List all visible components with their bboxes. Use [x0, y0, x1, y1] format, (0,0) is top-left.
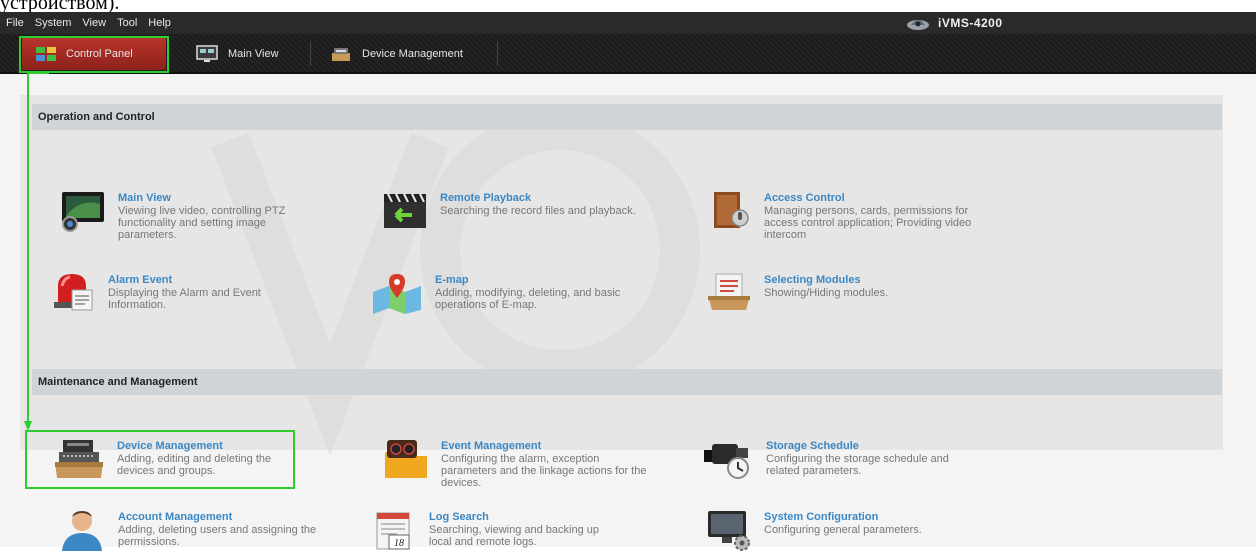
section-operation-and-control: Operation and Control — [32, 104, 1222, 130]
module-remote-playback[interactable]: Remote Playback Searching the record fil… — [382, 190, 640, 232]
module-title: Access Control — [764, 192, 845, 204]
device-management-icon — [332, 48, 350, 61]
module-description: Displaying the Alarm and Event Informati… — [108, 287, 261, 311]
user-icon — [62, 511, 102, 551]
monitor-icon — [62, 192, 104, 232]
app-title-text: iVMS-4200 — [938, 16, 1003, 30]
highlight-control-panel — [19, 36, 169, 73]
calendar-icon: 18 — [376, 512, 410, 550]
app-logo-icon — [907, 20, 929, 30]
module-description: Searching, viewing and backing up local … — [429, 524, 600, 548]
calendar-day: 18 — [394, 538, 404, 549]
module-description: Configuring the storage schedule and rel… — [766, 453, 949, 477]
camera-clock-icon — [704, 444, 749, 479]
module-main-view[interactable]: Main View Viewing live video, controllin… — [60, 190, 318, 241]
module-account-management[interactable]: Account Management Adding, deleting user… — [60, 509, 318, 551]
menu-help[interactable]: Help — [148, 17, 171, 29]
monitor-gear-icon — [708, 511, 750, 551]
module-title: Main View — [118, 192, 171, 204]
module-description: Adding, modifying, deleting, and basic o… — [435, 287, 621, 311]
module-title: Event Management — [441, 440, 542, 452]
tab-bar — [0, 34, 1256, 74]
highlight-device-management — [25, 430, 295, 489]
module-description: Searching the record files and playback. — [440, 205, 636, 217]
module-title: Selecting Modules — [764, 274, 861, 286]
menu-file[interactable]: File — [6, 17, 24, 29]
module-emap[interactable]: E-map Adding, modifying, deleting, and b… — [371, 272, 655, 314]
tray-icon — [708, 273, 750, 310]
module-description: Configuring the alarm, exception paramet… — [441, 453, 647, 489]
menu-system[interactable]: System — [35, 17, 72, 29]
module-title: Remote Playback — [440, 192, 532, 204]
tab-device-management-label: Device Management — [362, 48, 463, 60]
section-maintenance-and-management: Maintenance and Management — [32, 369, 1222, 395]
main-view-icon — [196, 45, 218, 62]
tab-separator — [497, 42, 498, 66]
module-title: System Configuration — [764, 511, 879, 523]
siren-icon — [54, 274, 93, 311]
module-log-search[interactable]: 18 Log Search Searching, viewing and bac… — [371, 509, 609, 551]
module-alarm-event[interactable]: Alarm Event Displaying the Alarm and Eve… — [50, 272, 288, 314]
tab-main-view[interactable]: Main View — [196, 38, 279, 70]
module-description: Configuring general parameters. — [764, 524, 922, 536]
module-title: Alarm Event — [108, 274, 173, 286]
module-description: Managing persons, cards, permissions for… — [764, 205, 972, 241]
menu-view[interactable]: View — [82, 17, 106, 29]
folder-camera-icon — [385, 440, 427, 478]
module-title: Log Search — [429, 511, 489, 523]
app-title: iVMS-4200 — [906, 15, 1003, 31]
module-title: Storage Schedule — [766, 440, 859, 452]
map-icon — [373, 274, 421, 314]
module-event-management[interactable]: Event Management Configuring the alarm, … — [383, 438, 651, 489]
module-storage-schedule[interactable]: Storage Schedule Configuring the storage… — [702, 438, 981, 480]
module-system-configuration[interactable]: System Configuration Configuring general… — [706, 509, 964, 551]
menu-bar: File System View Tool Help iVMS-4200 — [0, 12, 1256, 34]
tab-main-view-label: Main View — [228, 48, 279, 60]
module-title: E-map — [435, 274, 469, 286]
module-access-control[interactable]: Access Control Managing persons, cards, … — [706, 190, 974, 241]
tab-separator — [310, 42, 311, 66]
module-selecting-modules[interactable]: Selecting Modules Showing/Hiding modules… — [706, 272, 964, 314]
menu-tool[interactable]: Tool — [117, 17, 137, 29]
door-icon — [714, 192, 749, 228]
module-title: Account Management — [118, 511, 233, 523]
tab-device-management[interactable]: Device Management — [330, 38, 463, 70]
clapperboard-icon — [384, 193, 426, 228]
module-description: Viewing live video, controlling PTZ func… — [118, 205, 286, 241]
module-description: Showing/Hiding modules. — [764, 287, 889, 299]
module-description: Adding, deleting users and assigning the… — [118, 524, 317, 548]
